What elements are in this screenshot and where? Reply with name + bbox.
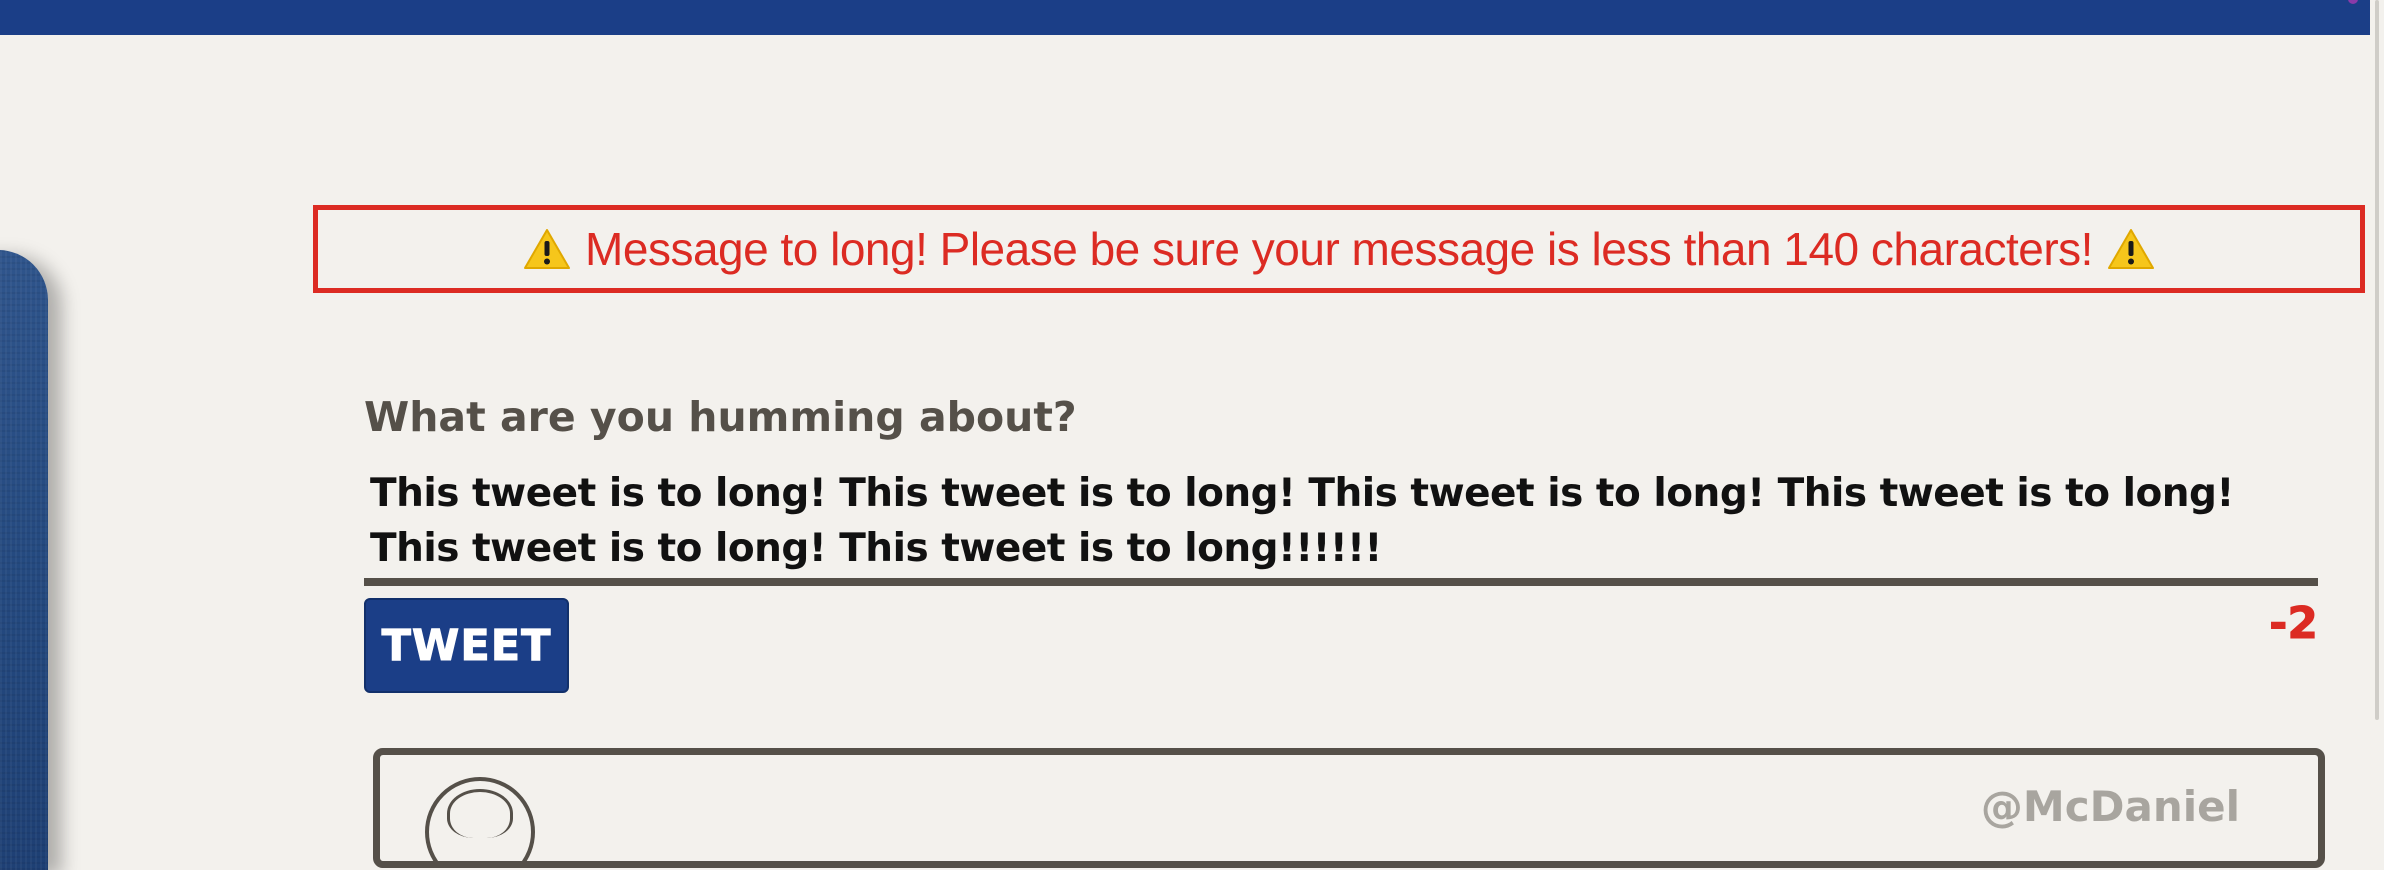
warning-icon	[2107, 228, 2155, 270]
tweet-input[interactable]: This tweet is to long! This tweet is to …	[364, 462, 2318, 578]
character-counter: -2	[2269, 598, 2319, 650]
top-nav-bar	[0, 0, 2370, 35]
tweet-card[interactable]: @McDaniel	[373, 748, 2325, 868]
side-panel	[0, 250, 48, 870]
error-banner: Message to long! Please be sure your mes…	[313, 205, 2365, 293]
warning-icon	[523, 228, 571, 270]
tweet-handle[interactable]: @McDaniel	[1981, 782, 2240, 831]
tweet-button[interactable]: TWEET	[364, 598, 569, 693]
error-message: Message to long! Please be sure your mes…	[585, 223, 2093, 275]
tweet-input-underline	[364, 578, 2318, 586]
scrollbar-thumb[interactable]	[2375, 0, 2379, 720]
side-panel-texture	[0, 250, 48, 870]
composer-prompt: What are you humming about?	[364, 393, 1077, 441]
page-scrollbar[interactable]	[2370, 0, 2384, 810]
nav-accent-dot	[2348, 0, 2358, 4]
avatar-icon[interactable]	[425, 777, 535, 861]
